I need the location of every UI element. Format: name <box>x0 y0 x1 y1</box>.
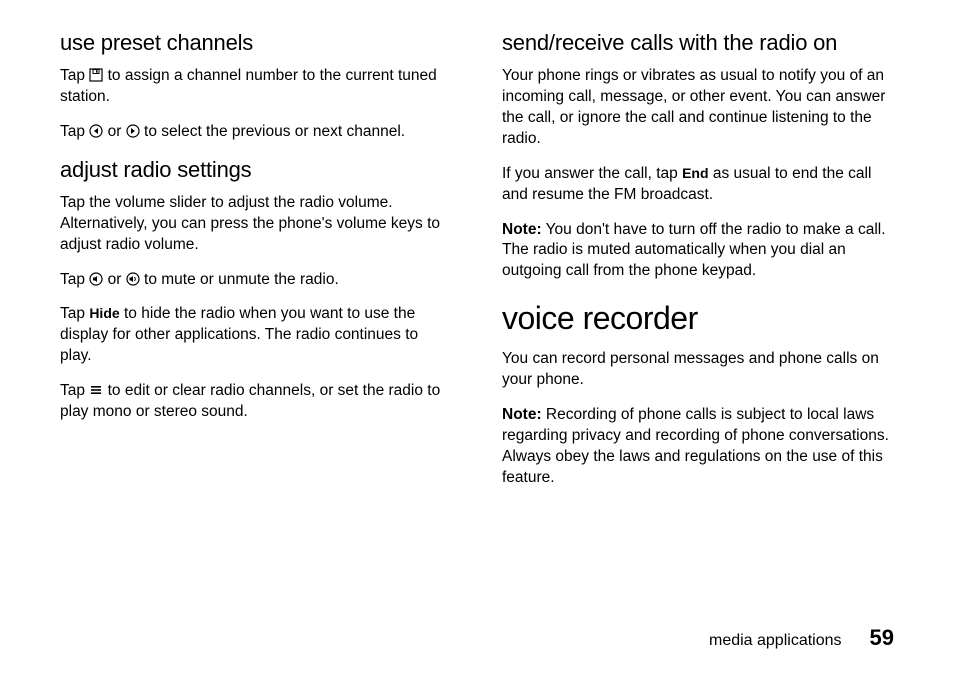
adjust-paragraph-3: Tap Hide to hide the radio when you want… <box>60 304 452 367</box>
adjust-paragraph-4: Tap to edit or clear radio channels, or … <box>60 381 452 423</box>
text: or <box>103 123 125 140</box>
right-column: send/receive calls with the radio on You… <box>502 30 894 503</box>
preset-paragraph-1: Tap to assign a channel number to the cu… <box>60 66 452 108</box>
voice-note: Note: Recording of phone calls is subjec… <box>502 405 894 489</box>
text: If you answer the call, tap <box>502 165 682 182</box>
preset-paragraph-2: Tap or to select the previous or next ch… <box>60 122 452 143</box>
text: Tap <box>60 67 89 84</box>
text: to edit or clear radio channels, or set … <box>60 382 440 420</box>
adjust-paragraph-2: Tap or to mute or unmute the radio. <box>60 270 452 291</box>
text: Tap <box>60 382 89 399</box>
save-preset-icon <box>89 68 103 82</box>
previous-channel-icon <box>89 124 103 138</box>
heading-adjust-radio-settings: adjust radio settings <box>60 157 452 183</box>
note-body: You don't have to turn off the radio to … <box>502 221 886 280</box>
text: to mute or unmute the radio. <box>140 271 339 288</box>
text: to select the previous or next channel. <box>140 123 405 140</box>
hide-label: Hide <box>89 305 119 321</box>
page-number: 59 <box>870 625 894 651</box>
text: Tap <box>60 123 89 140</box>
calls-paragraph-2: If you answer the call, tap End as usual… <box>502 164 894 206</box>
page-footer: media applications 59 <box>709 625 894 651</box>
end-label: End <box>682 165 708 181</box>
calls-paragraph-1: Your phone rings or vibrates as usual to… <box>502 66 894 150</box>
note-label: Note: <box>502 221 542 238</box>
adjust-paragraph-1: Tap the volume slider to adjust the radi… <box>60 193 452 256</box>
heading-use-preset-channels: use preset channels <box>60 30 452 56</box>
calls-note: Note: You don't have to turn off the rad… <box>502 220 894 283</box>
footer-section-label: media applications <box>709 632 842 650</box>
heading-send-receive-calls: send/receive calls with the radio on <box>502 30 894 56</box>
text: Tap <box>60 305 89 322</box>
next-channel-icon <box>126 124 140 138</box>
menu-icon <box>89 383 103 397</box>
manual-page: use preset channels Tap to assign a chan… <box>0 0 954 675</box>
text: to assign a channel number to the curren… <box>60 67 437 105</box>
mute-icon <box>89 272 103 286</box>
text: or <box>103 271 125 288</box>
left-column: use preset channels Tap to assign a chan… <box>60 30 452 503</box>
note-label: Note: <box>502 406 542 423</box>
text: Tap <box>60 271 89 288</box>
two-column-layout: use preset channels Tap to assign a chan… <box>60 30 894 503</box>
voice-paragraph-1: You can record personal messages and pho… <box>502 349 894 391</box>
note-body: Recording of phone calls is subject to l… <box>502 406 889 486</box>
heading-voice-recorder: voice recorder <box>502 300 894 337</box>
unmute-icon <box>126 272 140 286</box>
